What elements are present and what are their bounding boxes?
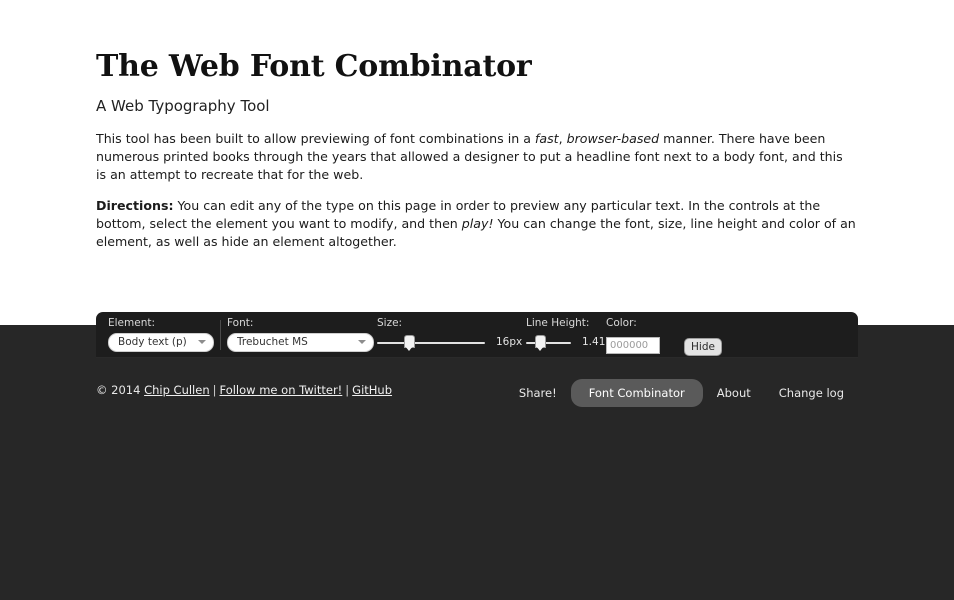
preview-area: The Web Font Combinator A Web Typography… xyxy=(0,0,954,325)
line-height-slider-row: 1.41 xyxy=(526,333,605,352)
hide-button[interactable]: Hide xyxy=(684,338,722,356)
line-height-value: 1.41 xyxy=(582,336,606,349)
chevron-down-icon xyxy=(198,340,206,345)
line-height-label: Line Height: xyxy=(526,317,590,329)
preview-content: The Web Font Combinator A Web Typography… xyxy=(96,49,856,265)
element-control-group: Element: Body text (p) xyxy=(108,317,214,352)
element-select-value: Body text (p) xyxy=(118,336,187,349)
element-select[interactable]: Body text (p) xyxy=(108,332,214,352)
footer-separator-1: | xyxy=(212,383,217,397)
controls-bar: Element: Body text (p) Font: Trebuchet M… xyxy=(96,312,858,358)
page-title[interactable]: The Web Font Combinator xyxy=(96,49,856,85)
nav-about[interactable]: About xyxy=(703,383,765,403)
color-label: Color: xyxy=(606,317,637,329)
size-slider[interactable] xyxy=(377,333,485,352)
intro-paragraph[interactable]: This tool has been built to allow previe… xyxy=(96,130,856,183)
intro-text-1: This tool has been built to allow previe… xyxy=(96,131,535,146)
nav-change-log[interactable]: Change log xyxy=(765,383,858,403)
controls-divider xyxy=(220,320,221,350)
site-footer: © 2014 Chip Cullen | Follow me on Twitter!… xyxy=(0,358,954,418)
nav-font-combinator[interactable]: Font Combinator xyxy=(570,379,703,407)
directions-paragraph[interactable]: Directions: You can edit any of the type… xyxy=(96,197,856,250)
element-label: Element: xyxy=(108,317,156,329)
size-control-group: Size: 16px xyxy=(377,317,522,352)
chevron-down-icon xyxy=(358,340,366,345)
intro-emphasis-browser-based: browser-based xyxy=(566,131,660,146)
intro-emphasis-fast: fast xyxy=(534,131,559,146)
line-height-slider[interactable] xyxy=(526,333,571,352)
line-height-control-group: Line Height: 1.41 xyxy=(526,317,605,352)
font-select[interactable]: Trebuchet MS xyxy=(227,332,374,352)
share-button[interactable]: Share! xyxy=(505,383,571,403)
size-value: 16px xyxy=(496,336,523,349)
footer-nav: Share! Font Combinator About Change log xyxy=(505,379,858,407)
footer-credits: © 2014 Chip Cullen | Follow me on Twitter!… xyxy=(96,383,392,397)
color-control-group: Color: xyxy=(606,317,660,354)
github-link[interactable]: GitHub xyxy=(352,383,392,397)
directions-emphasis-play: play! xyxy=(461,216,494,231)
size-slider-handle[interactable] xyxy=(404,335,414,351)
twitter-link[interactable]: Follow me on Twitter! xyxy=(220,383,343,397)
page-subtitle[interactable]: A Web Typography Tool xyxy=(96,97,856,117)
line-height-slider-handle[interactable] xyxy=(536,335,546,351)
intro-text-2: , xyxy=(558,131,567,146)
copyright-text: © 2014 xyxy=(96,383,145,397)
font-select-value: Trebuchet MS xyxy=(237,336,308,349)
author-link[interactable]: Chip Cullen xyxy=(144,383,210,397)
footer-separator-2: | xyxy=(345,383,350,397)
size-label: Size: xyxy=(377,317,403,329)
font-control-group: Font: Trebuchet MS xyxy=(227,317,374,352)
directions-label: Directions: xyxy=(96,198,174,214)
font-label: Font: xyxy=(227,317,254,329)
size-slider-track[interactable] xyxy=(377,341,485,344)
color-input[interactable] xyxy=(606,336,660,354)
size-slider-row: 16px xyxy=(377,333,522,352)
line-height-slider-track[interactable] xyxy=(526,341,571,344)
